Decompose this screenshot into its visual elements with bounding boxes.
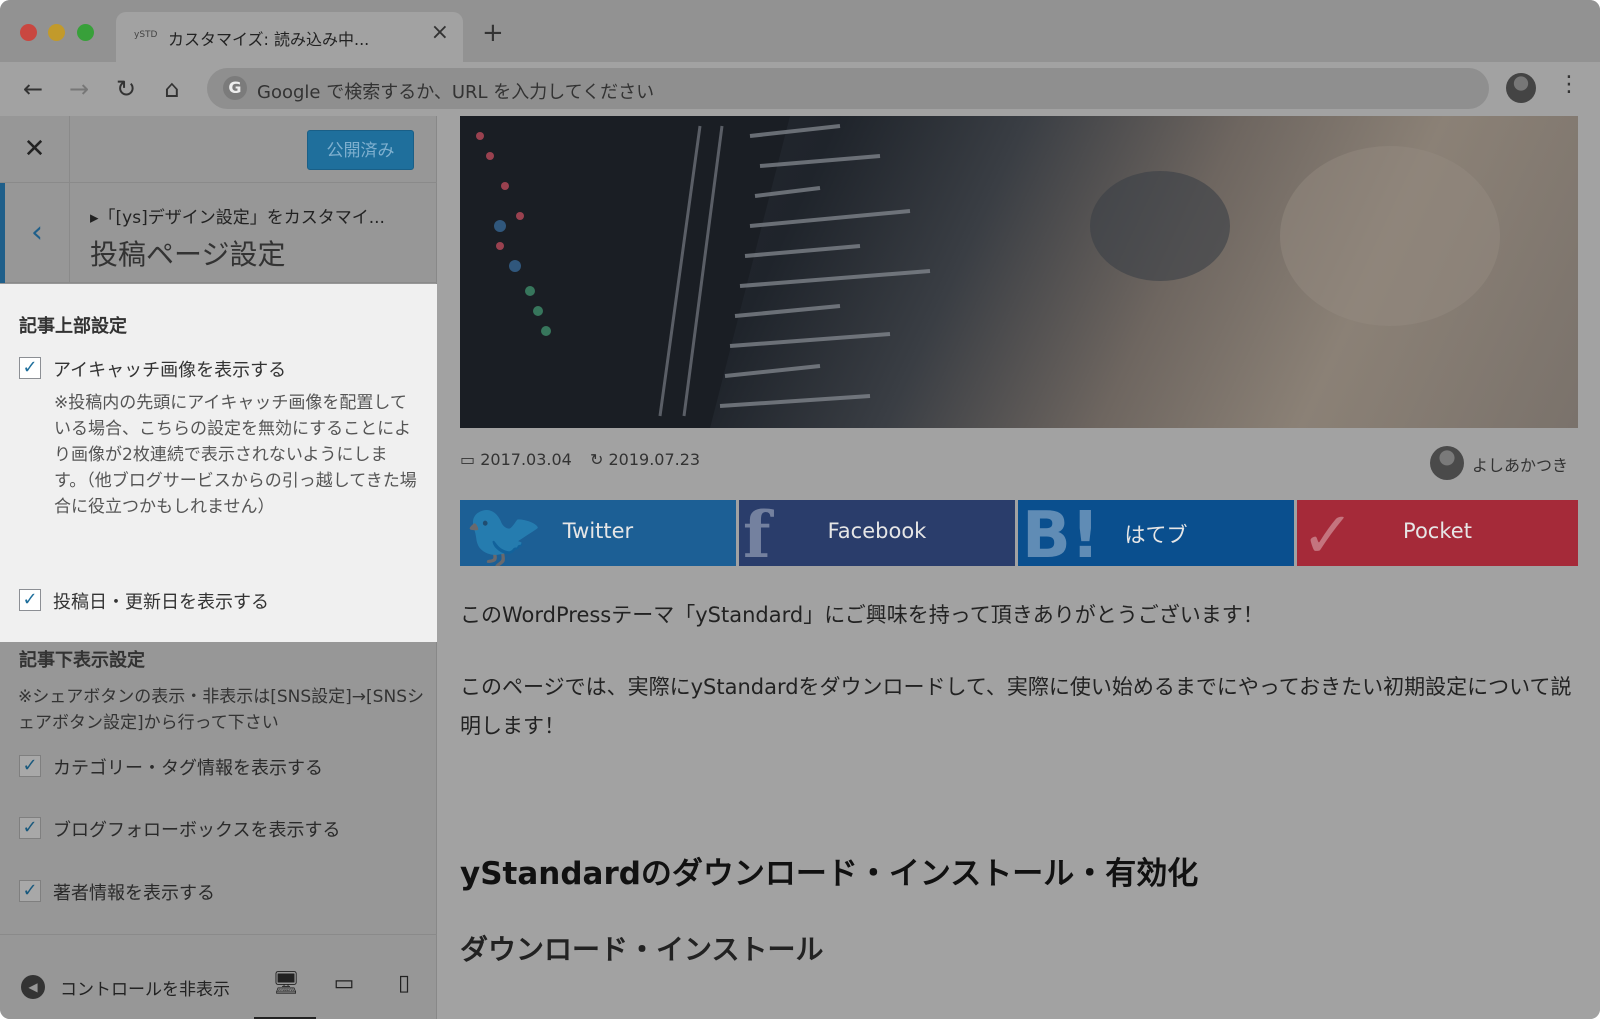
- customizer-header: ✕ 公開済み: [0, 116, 437, 183]
- top-settings-panel: 記事上部設定 ✓ アイキャッチ画像を表示する ※投稿内の先頭にアイキャッチ画像を…: [0, 284, 437, 642]
- home-button[interactable]: ⌂: [158, 75, 186, 103]
- profile-avatar[interactable]: [1506, 73, 1536, 103]
- author-name: よしあかつき: [1472, 456, 1569, 475]
- section-title: 投稿ページ設定: [90, 238, 286, 271]
- show-category-tags-checkbox[interactable]: ✓: [19, 755, 41, 777]
- browser-menu-icon[interactable]: ⋮: [1558, 74, 1580, 96]
- description-paragraph: このページでは、実際にyStandardをダウンロードして、実際に使い始めるまで…: [460, 675, 1572, 738]
- show-author-label: 著者情報を表示する: [53, 883, 215, 904]
- show-follow-box-label: ブログフォローボックスを表示する: [53, 820, 341, 841]
- zoom-window-button[interactable]: [77, 24, 94, 41]
- tab-close-icon[interactable]: ×: [431, 22, 449, 44]
- mobile-preview-icon[interactable]: ▯: [391, 971, 417, 997]
- tab-strip: ySTD カスタマイズ: 読み込み中... × +: [0, 0, 1600, 62]
- collapse-controls-label[interactable]: コントロールを非表示: [60, 975, 246, 1000]
- updated-date-text: 2019.07.23: [608, 450, 701, 469]
- forward-button[interactable]: →: [65, 75, 93, 103]
- show-dates-checkbox[interactable]: ✓: [19, 589, 41, 611]
- desktop-preview-icon[interactable]: 🖥: [272, 971, 300, 997]
- updated-date: ↻ 2019.07.23: [590, 450, 700, 469]
- browser-toolbar: ← → ↻ ⌂ G Google で検索するか、URL を入力してください ⋮: [0, 62, 1600, 116]
- show-dates-label: 投稿日・更新日を表示する: [53, 592, 269, 613]
- close-window-button[interactable]: [20, 24, 37, 41]
- bottom-settings-heading: 記事下表示設定: [19, 650, 145, 671]
- site-preview: ▭ 2017.03.04 ↻ 2019.07.23 よしあかつき 🐦 Twitt…: [438, 116, 1600, 1019]
- facebook-share-button[interactable]: f Facebook: [739, 500, 1015, 566]
- share-buttons: 🐦 Twitter f Facebook B! はてブ ✓ Pocket: [460, 500, 1578, 566]
- google-icon: G: [223, 76, 247, 100]
- code-screen-illustration: [460, 116, 1500, 428]
- back-button[interactable]: ←: [19, 75, 47, 103]
- posted-date-text: 2017.03.04: [480, 450, 572, 469]
- top-settings-heading: 記事上部設定: [19, 316, 127, 337]
- updated-icon: ↻: [590, 450, 604, 469]
- minimize-window-button[interactable]: [48, 24, 65, 41]
- pocket-share-button[interactable]: ✓ Pocket: [1297, 500, 1578, 566]
- eyecatch-note: ※投稿内の先頭にアイキャッチ画像を配置している場合、こちらの設定を無効にすること…: [54, 393, 417, 517]
- intro-paragraph: このWordPressテーマ「yStandard」にご興味を持って頂きありがとう…: [460, 603, 1264, 627]
- show-author-checkbox[interactable]: ✓: [19, 880, 41, 902]
- customizer-sidebar: ✕ 公開済み ‹ ▸「[ys]デザイン設定」をカスタマイ... 投稿ページ設定 …: [0, 116, 437, 1019]
- show-eyecatch-checkbox[interactable]: ✓: [19, 357, 41, 379]
- tab-title: カスタマイズ: 読み込み中...: [168, 30, 370, 49]
- twitter-share-label: Twitter: [562, 519, 634, 543]
- collapse-icon[interactable]: ◀: [21, 975, 45, 999]
- eyecatch-image: [460, 116, 1578, 428]
- reload-button[interactable]: ↻: [112, 75, 140, 103]
- new-tab-button[interactable]: +: [482, 20, 504, 46]
- browser-window: ySTD カスタマイズ: 読み込み中... × + ← → ↻ ⌂ G Goog…: [0, 0, 1600, 1019]
- twitter-share-button[interactable]: 🐦 Twitter: [460, 500, 736, 566]
- tablet-preview-icon[interactable]: ▭: [331, 971, 357, 997]
- address-bar-placeholder: Google で検索するか、URL を入力してください: [257, 82, 655, 103]
- show-eyecatch-label: アイキャッチ画像を表示する: [53, 360, 287, 381]
- calendar-icon: ▭: [460, 450, 476, 469]
- share-buttons-note: ※シェアボタンの表示・非表示は[SNS設定]→[SNSシェアボタン設定]から行っ…: [18, 687, 424, 733]
- breadcrumb: ▸「[ys]デザイン設定」をカスタマイ...: [90, 208, 385, 228]
- close-customizer-icon[interactable]: ✕: [0, 116, 70, 183]
- show-category-tags-label: カテゴリー・タグ情報を表示する: [53, 758, 323, 779]
- customizer-footer: ◀ コントロールを非表示 🖥 ▭ ▯: [0, 934, 437, 1019]
- section-header: ‹ ▸「[ys]デザイン設定」をカスタマイ... 投稿ページ設定: [0, 183, 437, 283]
- publish-button[interactable]: 公開済み: [307, 130, 414, 170]
- show-follow-box-checkbox[interactable]: ✓: [19, 817, 41, 839]
- pocket-share-label: Pocket: [1403, 519, 1472, 543]
- hatena-share-label: はてブ: [1124, 523, 1188, 547]
- subsection-heading: ダウンロード・インストール: [460, 933, 824, 966]
- facebook-share-label: Facebook: [827, 519, 927, 543]
- section-heading: yStandardのダウンロード・インストール・有効化: [460, 856, 1199, 892]
- post-meta: ▭ 2017.03.04 ↻ 2019.07.23 よしあかつき: [460, 446, 1578, 480]
- author-avatar: [1430, 446, 1464, 480]
- back-chevron-icon[interactable]: ‹: [0, 183, 70, 283]
- browser-tab[interactable]: ySTD カスタマイズ: 読み込み中... ×: [116, 12, 463, 62]
- posted-date: ▭ 2017.03.04: [460, 450, 572, 469]
- hatena-share-button[interactable]: B! はてブ: [1018, 500, 1294, 566]
- favicon-icon: ySTD: [134, 30, 158, 40]
- address-bar[interactable]: G Google で検索するか、URL を入力してください: [207, 68, 1489, 109]
